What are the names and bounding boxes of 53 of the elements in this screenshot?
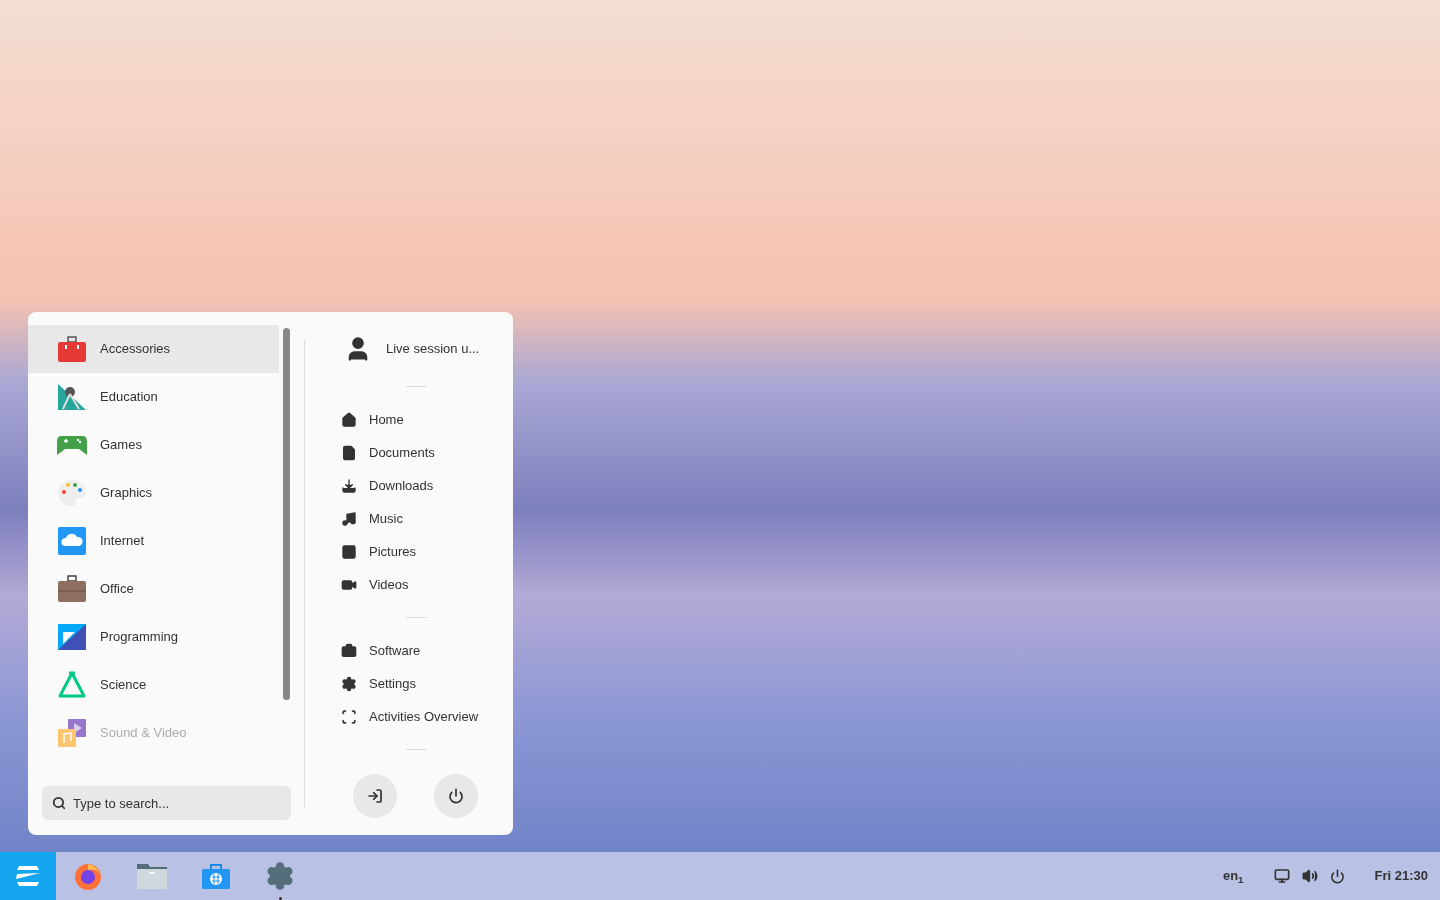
download-icon [341, 477, 357, 494]
folder-icon [136, 861, 168, 891]
volume-icon [1301, 868, 1318, 884]
category-item[interactable]: Programming [28, 613, 279, 661]
place-item[interactable]: Videos [341, 568, 513, 601]
ruler-triangle-icon [57, 622, 87, 652]
power-button[interactable] [434, 774, 478, 818]
overview-icon [341, 708, 357, 725]
category-item[interactable]: Internet [28, 517, 279, 565]
toolbox-icon [57, 334, 87, 364]
cloud-icon [57, 526, 87, 556]
system-tray[interactable] [1273, 868, 1345, 884]
display-icon [1273, 868, 1290, 884]
clock[interactable]: Fri 21:30 [1374, 866, 1428, 886]
logout-icon [367, 788, 383, 804]
category-item[interactable]: Science [28, 661, 279, 709]
store-bag-icon [201, 861, 231, 891]
bag-icon [341, 642, 357, 659]
logo-icon [14, 865, 42, 887]
place-item[interactable]: Settings [341, 667, 513, 700]
category-item[interactable]: Office [28, 565, 279, 613]
place-item[interactable]: Activities Overview [341, 700, 513, 733]
category-item[interactable]: Education [28, 373, 279, 421]
category-item[interactable]: Graphics [28, 469, 279, 517]
palette-icon [57, 478, 87, 508]
settings-icon [341, 675, 357, 692]
settings-icon [265, 861, 295, 891]
category-item[interactable]: Accessories [28, 325, 279, 373]
search-field[interactable]: Type to search... [42, 786, 291, 820]
music-note-icon [341, 510, 357, 527]
keyboard-layout[interactable]: en$_{1}$ [1222, 866, 1244, 886]
running-indicator [278, 897, 282, 900]
browser-icon [73, 861, 103, 891]
place-item[interactable]: Home [341, 403, 513, 436]
compass-icon [57, 382, 87, 412]
place-item[interactable]: Music [341, 502, 513, 535]
category-item[interactable]: Games [28, 421, 279, 469]
home-icon [341, 411, 357, 428]
flask-icon [57, 670, 87, 700]
logout-button[interactable] [353, 774, 397, 818]
media-icon [57, 718, 87, 748]
scrollbar[interactable] [283, 328, 290, 700]
user-item[interactable]: Live session u... [341, 334, 513, 364]
place-item[interactable]: Software [341, 634, 513, 667]
briefcase-icon [57, 574, 87, 604]
place-item[interactable]: Pictures [341, 535, 513, 568]
search-icon [52, 796, 66, 810]
document-icon [341, 444, 357, 461]
power-icon [448, 788, 464, 804]
place-item[interactable]: Documents [341, 436, 513, 469]
place-item[interactable]: Downloads [341, 469, 513, 502]
power-icon [1329, 868, 1345, 884]
taskbar-app[interactable] [0, 852, 56, 900]
